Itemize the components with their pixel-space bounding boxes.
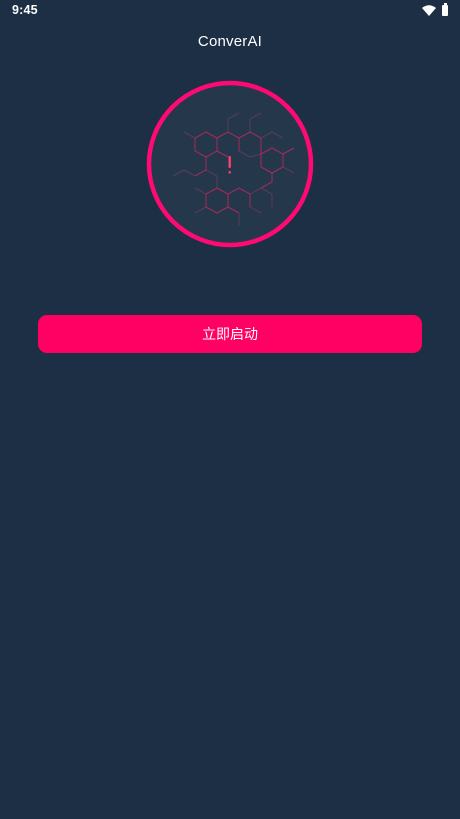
wifi-icon	[422, 4, 436, 16]
status-time: 9:45	[12, 3, 38, 17]
status-icons	[422, 3, 448, 16]
battery-icon	[442, 3, 448, 16]
app-title: ConverAI	[197, 33, 263, 50]
connection-status-ring[interactable]	[144, 78, 316, 250]
status-bar: 9:45	[0, 0, 460, 22]
start-now-label: 立即启动	[202, 327, 258, 343]
start-now-button[interactable]: 立即启动	[38, 315, 422, 353]
